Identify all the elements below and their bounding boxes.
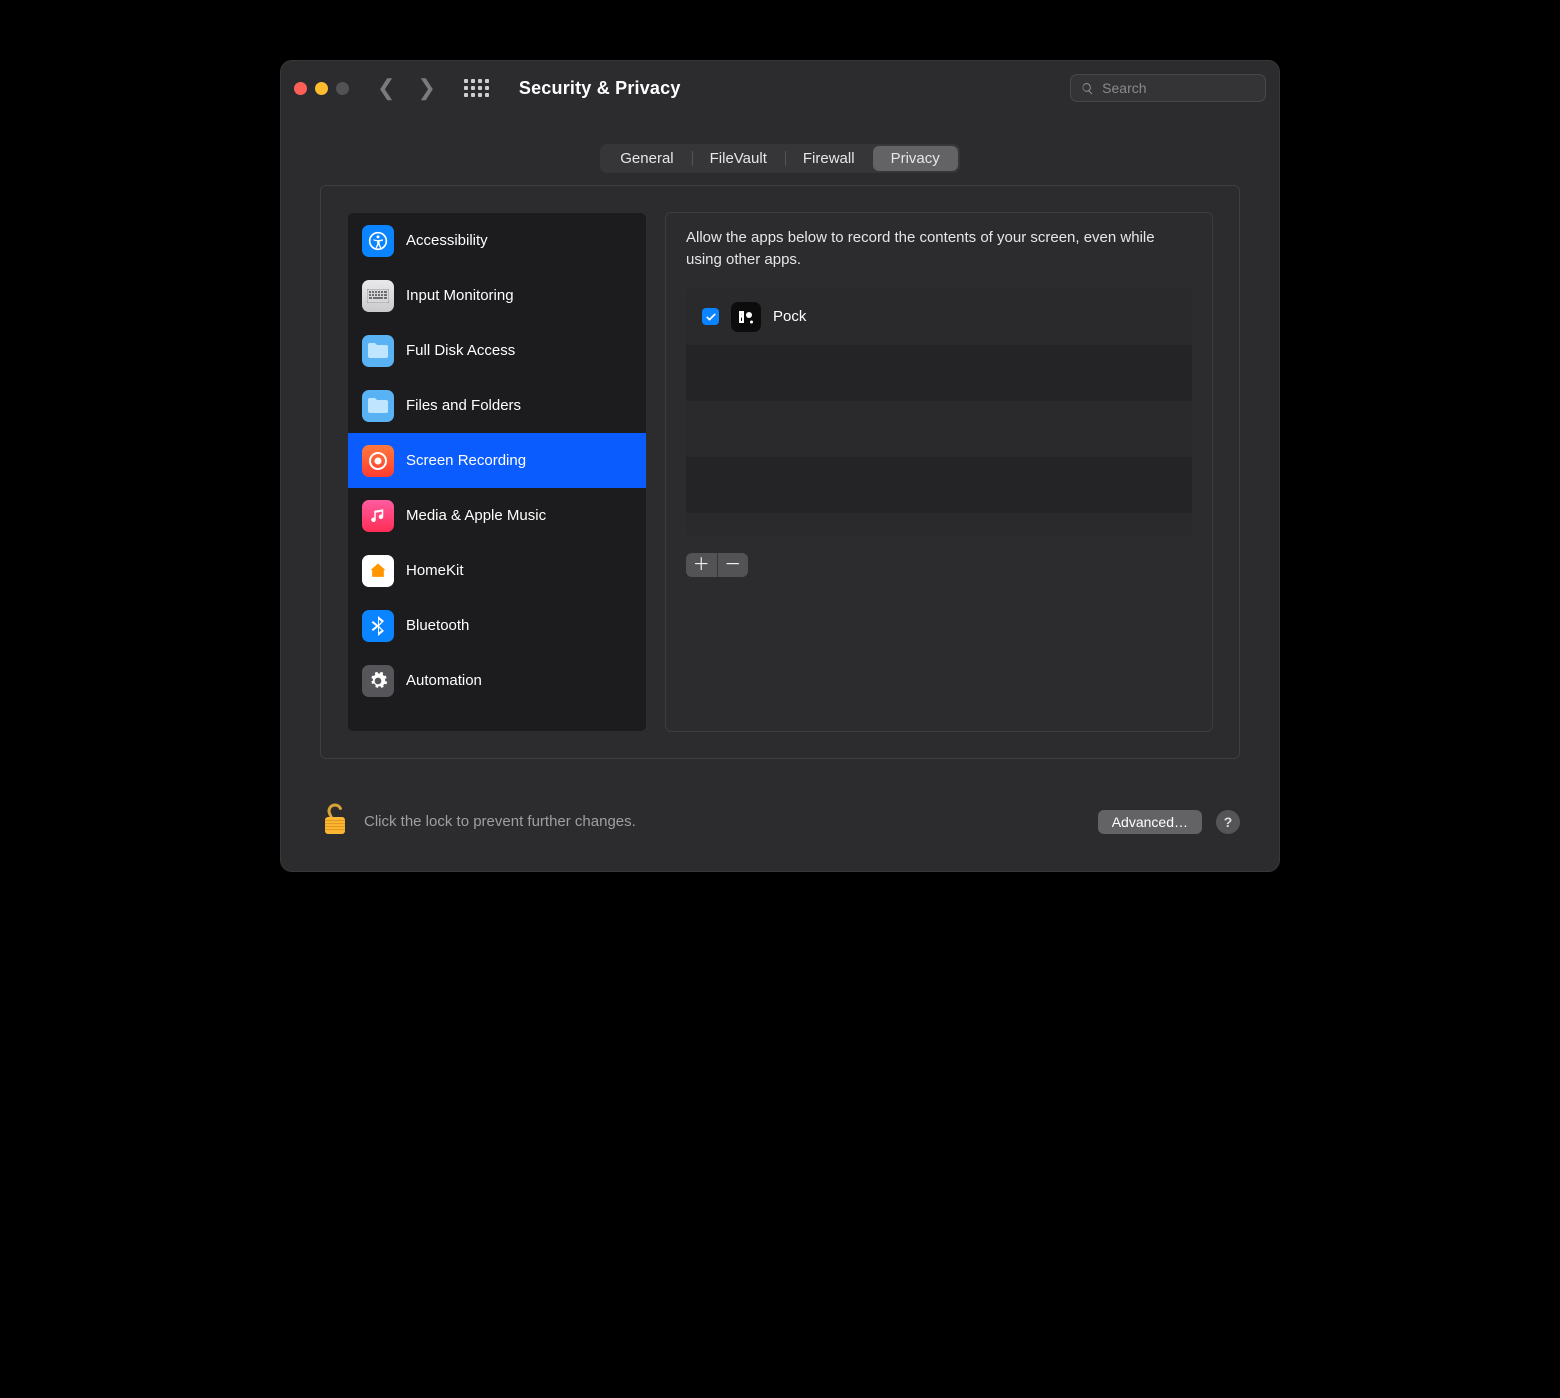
sidebar-item-homekit[interactable]: HomeKit (348, 543, 646, 598)
close-button[interactable] (294, 82, 307, 95)
sidebar-item-label: Files and Folders (406, 397, 521, 414)
folder-icon (362, 335, 394, 367)
sidebar-item-input-monitoring[interactable]: Input Monitoring (348, 268, 646, 323)
app-row-empty (686, 401, 1192, 457)
tab-privacy[interactable]: Privacy (873, 146, 958, 171)
tab-firewall[interactable]: Firewall (785, 146, 873, 171)
search-input[interactable] (1102, 80, 1255, 96)
home-icon (362, 555, 394, 587)
remove-button[interactable]: － (718, 553, 749, 577)
tab-general[interactable]: General (602, 146, 691, 171)
zoom-button[interactable] (336, 82, 349, 95)
sidebar-item-label: Accessibility (406, 232, 488, 249)
help-button[interactable]: ? (1216, 810, 1240, 834)
music-icon (362, 500, 394, 532)
lock-icon[interactable] (320, 801, 350, 842)
search-icon (1081, 81, 1094, 96)
sidebar-item-automation[interactable]: Automation (348, 653, 646, 708)
tabs-row: General FileVault Firewall Privacy (280, 116, 1280, 185)
content-description: Allow the apps below to record the conte… (686, 227, 1192, 271)
sidebar-item-label: Full Disk Access (406, 342, 515, 359)
window-title: Security & Privacy (519, 78, 681, 99)
sidebar-item-screen-recording[interactable]: Screen Recording (348, 433, 646, 488)
lock-text: Click the lock to prevent further change… (364, 813, 636, 830)
bluetooth-icon (362, 610, 394, 642)
screen-recording-icon (362, 445, 394, 477)
sidebar-item-bluetooth[interactable]: Bluetooth (348, 598, 646, 653)
app-checkbox[interactable] (702, 308, 719, 325)
sidebar-item-accessibility[interactable]: Accessibility (348, 213, 646, 268)
app-name: Pock (773, 308, 806, 325)
forward-button[interactable]: ❯ (417, 77, 435, 99)
tab-filevault[interactable]: FileVault (692, 146, 785, 171)
back-button[interactable]: ❮ (377, 77, 395, 99)
sidebar-item-media-apple-music[interactable]: Media & Apple Music (348, 488, 646, 543)
app-icon (731, 302, 761, 332)
folder-icon (362, 390, 394, 422)
privacy-sidebar[interactable]: Accessibility Input Monitoring Full Disk… (347, 212, 647, 732)
privacy-panel: Accessibility Input Monitoring Full Disk… (320, 185, 1240, 759)
preferences-window: ❮ ❯ Security & Privacy General FileVault… (280, 60, 1280, 872)
sidebar-item-label: Input Monitoring (406, 287, 514, 304)
add-remove-control: ＋ － (686, 553, 748, 577)
privacy-content: Allow the apps below to record the conte… (665, 212, 1213, 732)
add-button[interactable]: ＋ (686, 553, 718, 577)
keyboard-icon (362, 280, 394, 312)
sidebar-item-label: Bluetooth (406, 617, 469, 634)
traffic-lights (294, 82, 349, 95)
sidebar-item-label: Media & Apple Music (406, 507, 546, 524)
sidebar-item-label: Automation (406, 672, 482, 689)
check-icon (705, 311, 717, 323)
sidebar-item-full-disk-access[interactable]: Full Disk Access (348, 323, 646, 378)
advanced-button[interactable]: Advanced… (1098, 810, 1202, 834)
toolbar: ❮ ❯ Security & Privacy (280, 60, 1280, 116)
nav-arrows: ❮ ❯ (377, 77, 436, 99)
tabs: General FileVault Firewall Privacy (600, 144, 960, 173)
app-row-empty (686, 513, 1192, 535)
sidebar-item-files-and-folders[interactable]: Files and Folders (348, 378, 646, 433)
search-field[interactable] (1070, 74, 1266, 102)
gear-icon (362, 665, 394, 697)
app-list: Pock (686, 289, 1192, 535)
sidebar-item-label: Screen Recording (406, 452, 526, 469)
app-row-empty (686, 457, 1192, 513)
accessibility-icon (362, 225, 394, 257)
app-row-empty (686, 345, 1192, 401)
show-all-icon[interactable] (464, 79, 489, 97)
minimize-button[interactable] (315, 82, 328, 95)
app-row[interactable]: Pock (686, 289, 1192, 345)
footer: Click the lock to prevent further change… (280, 781, 1280, 872)
sidebar-item-label: HomeKit (406, 562, 464, 579)
